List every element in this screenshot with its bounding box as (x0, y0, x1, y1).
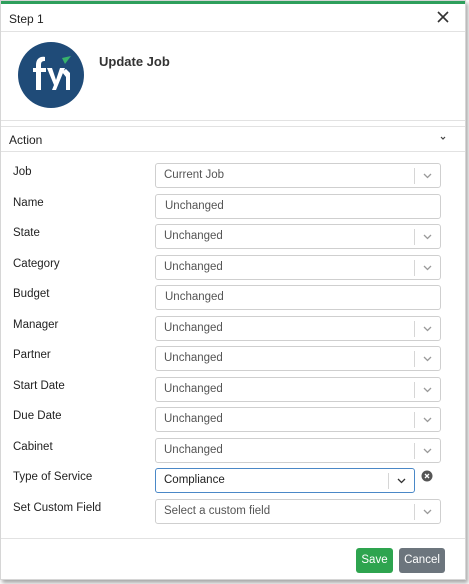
form-row: Job Current Job (1, 163, 465, 193)
field-label: Manager (13, 319, 59, 331)
select-separator (414, 229, 415, 245)
type-of-service-select[interactable]: Compliance (155, 468, 415, 493)
cancel-button[interactable]: Cancel (399, 548, 445, 573)
field-label: Budget (13, 288, 50, 300)
field-placeholder: Unchanged (164, 322, 223, 334)
action-section-header[interactable]: Action (1, 126, 465, 152)
field-placeholder: Unchanged (164, 261, 223, 273)
field-placeholder: Select a custom field (164, 505, 271, 517)
chevron-down-icon[interactable] (438, 133, 448, 143)
select-separator (388, 473, 389, 489)
field-placeholder: Unchanged (164, 383, 223, 395)
select-separator (414, 443, 415, 459)
form-row: Cabinet Unchanged (1, 438, 465, 468)
update-job-dialog: Step 1 Update Job Action Job Current Job N… (0, 0, 466, 580)
form-row: Start Date Unchanged (1, 377, 465, 407)
form-row: Manager Unchanged (1, 316, 465, 346)
dialog-footer: Save Cancel (1, 538, 465, 581)
select-separator (414, 351, 415, 367)
chevron-down-icon[interactable] (422, 263, 433, 272)
field-label: Due Date (13, 410, 62, 422)
select-separator (414, 321, 415, 337)
budget-input[interactable]: Unchanged (155, 285, 441, 310)
field-label: Start Date (13, 380, 65, 392)
form-row: Budget Unchanged (1, 285, 465, 315)
field-label: Name (13, 197, 44, 209)
chevron-down-icon[interactable] (422, 171, 433, 180)
dialog-title: Step 1 (9, 12, 44, 26)
state-select[interactable]: Unchanged (155, 224, 441, 249)
form-row: Category Unchanged (1, 255, 465, 285)
field-placeholder: Unchanged (165, 291, 224, 303)
select-separator (414, 260, 415, 276)
set-custom-field-select[interactable]: Select a custom field (155, 499, 441, 524)
fyi-logo (18, 42, 84, 108)
field-placeholder: Unchanged (165, 200, 224, 212)
form-row: Type of Service Compliance (1, 468, 465, 498)
select-separator (414, 504, 415, 520)
save-button[interactable]: Save (356, 548, 393, 573)
field-label: Job (13, 166, 32, 178)
field-label: Cabinet (13, 441, 53, 453)
chevron-down-icon[interactable] (422, 385, 433, 394)
chevron-down-icon[interactable] (422, 324, 433, 333)
manager-select[interactable]: Unchanged (155, 316, 441, 341)
form-row: Partner Unchanged (1, 346, 465, 376)
field-placeholder: Unchanged (164, 413, 223, 425)
cabinet-select[interactable]: Unchanged (155, 438, 441, 463)
section-title: Action (9, 133, 43, 147)
chevron-down-icon[interactable] (422, 415, 433, 424)
field-placeholder: Unchanged (164, 230, 223, 242)
start-date-select[interactable]: Unchanged (155, 377, 441, 402)
field-placeholder: Unchanged (164, 352, 223, 364)
field-label: Partner (13, 349, 51, 361)
partner-select[interactable]: Unchanged (155, 346, 441, 371)
form-row: Set Custom Field Select a custom field (1, 499, 465, 529)
form-row: State Unchanged (1, 224, 465, 254)
dialog-header: Step 1 (1, 4, 465, 32)
chevron-down-icon[interactable] (422, 507, 433, 516)
field-label: State (13, 227, 40, 239)
chevron-down-icon[interactable] (422, 446, 433, 455)
field-value: Current Job (164, 169, 225, 181)
category-select[interactable]: Unchanged (155, 255, 441, 280)
form-row: Name Unchanged (1, 194, 465, 224)
chevron-down-icon[interactable] (396, 476, 407, 485)
close-icon[interactable] (435, 9, 451, 25)
field-placeholder: Unchanged (164, 444, 223, 456)
form-row: Due Date Unchanged (1, 407, 465, 437)
job-select[interactable]: Current Job (155, 163, 441, 188)
select-separator (414, 168, 415, 184)
select-separator (414, 382, 415, 398)
action-heading: Update Job (99, 54, 170, 69)
field-value: Compliance (164, 474, 225, 486)
action-hero: Update Job (1, 33, 465, 121)
field-label: Type of Service (13, 471, 93, 483)
due-date-select[interactable]: Unchanged (155, 407, 441, 432)
clear-icon[interactable] (421, 470, 433, 482)
chevron-down-icon[interactable] (422, 354, 433, 363)
field-label: Set Custom Field (13, 502, 102, 514)
name-input[interactable]: Unchanged (155, 194, 441, 219)
field-label: Category (13, 258, 60, 270)
chevron-down-icon[interactable] (422, 232, 433, 241)
select-separator (414, 412, 415, 428)
